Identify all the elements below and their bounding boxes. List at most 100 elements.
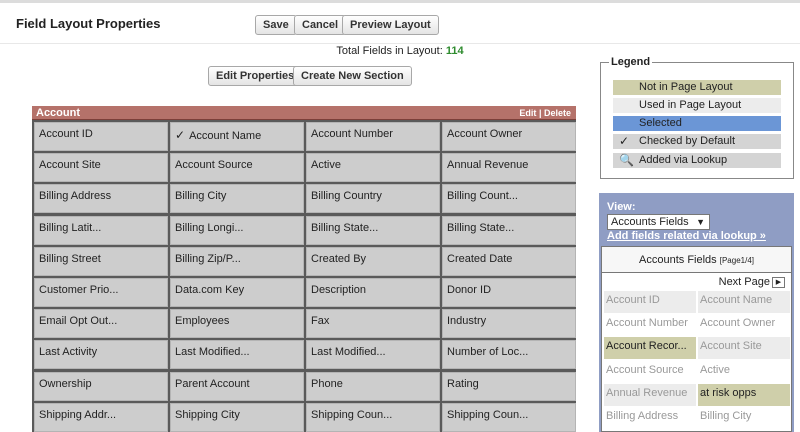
- field-billing-state[interactable]: Billing State...: [306, 215, 440, 245]
- field-billing-city[interactable]: Billing City: [170, 184, 304, 214]
- top-bar: Field Layout Properties Save Cancel Prev…: [0, 0, 800, 44]
- legend-item-added-via-lookup: 🔍 Added via Lookup: [613, 153, 781, 168]
- checkmark-icon: ✓: [619, 134, 630, 148]
- field-created-date[interactable]: Created Date: [442, 246, 576, 276]
- field-label: Account Owner: [447, 128, 523, 140]
- palette-field-account-id[interactable]: Account ID: [604, 291, 696, 313]
- field-label: Billing Latit...: [39, 221, 102, 234]
- field-billing-zip-p[interactable]: Billing Zip/P...: [170, 246, 304, 276]
- field-billing-longi[interactable]: Billing Longi...: [170, 215, 304, 245]
- palette-field-account-name[interactable]: Account Name: [698, 291, 790, 313]
- legend-label: Checked by Default: [639, 135, 735, 147]
- field-rating[interactable]: Rating: [442, 371, 576, 401]
- field-billing-state[interactable]: Billing State...: [442, 215, 576, 245]
- view-select-value: Accounts Fields: [611, 216, 689, 228]
- next-page-control[interactable]: Next Page ▶: [719, 276, 785, 288]
- field-account-number[interactable]: Account Number: [306, 122, 440, 151]
- preview-layout-button[interactable]: Preview Layout: [342, 15, 439, 35]
- section-header[interactable]: Account Edit | Delete: [32, 106, 576, 120]
- field-label: Billing State...: [311, 221, 379, 234]
- field-account-owner[interactable]: Account Owner: [442, 122, 576, 151]
- field-label: Customer Prio...: [39, 284, 119, 296]
- field-ownership[interactable]: Ownership: [34, 371, 168, 401]
- field-label: Shipping Coun...: [447, 408, 529, 421]
- field-billing-latit[interactable]: Billing Latit...: [34, 215, 168, 245]
- palette-field-label: Account Recor...: [606, 340, 687, 353]
- legend-title: Legend: [609, 56, 653, 68]
- field-data-com-key[interactable]: Data.com Key: [170, 278, 304, 307]
- field-billing-address[interactable]: Billing Address: [34, 184, 168, 214]
- field-customer-prio[interactable]: Customer Prio...: [34, 278, 168, 307]
- field-shipping-coun[interactable]: Shipping Coun...: [442, 402, 576, 432]
- field-number-of-loc[interactable]: Number of Loc...: [442, 340, 576, 370]
- palette-field-account-owner[interactable]: Account Owner: [698, 314, 790, 337]
- field-last-modified[interactable]: Last Modified...: [306, 340, 440, 370]
- section-edit-link[interactable]: Edit: [519, 108, 536, 118]
- section-links-separator: |: [538, 108, 542, 118]
- legend-item-selected: Selected: [613, 116, 781, 131]
- field-email-opt-out[interactable]: Email Opt Out...: [34, 309, 168, 339]
- field-created-by[interactable]: Created By: [306, 246, 440, 276]
- field-label: Created By: [311, 252, 367, 265]
- field-shipping-city[interactable]: Shipping City: [170, 402, 304, 432]
- create-new-section-button[interactable]: Create New Section: [293, 66, 412, 86]
- palette-field-list: Accounts Fields [Page1/4] Next Page ▶ Acc…: [601, 246, 792, 432]
- field-industry[interactable]: Industry: [442, 309, 576, 339]
- field-label: Fax: [311, 315, 330, 328]
- field-phone[interactable]: Phone: [306, 371, 440, 401]
- field-description[interactable]: Description: [306, 278, 440, 307]
- field-label: Industry: [447, 315, 487, 328]
- field-account-source[interactable]: Account Source: [170, 153, 304, 183]
- field-billing-count[interactable]: Billing Count...: [442, 184, 576, 214]
- field-account-name[interactable]: ✓ Account Name: [170, 122, 304, 151]
- palette-page-indicator: [Page1/4]: [719, 256, 754, 265]
- add-lookup-fields-link[interactable]: Add fields related via lookup »: [607, 230, 766, 242]
- palette-heading: Accounts Fields [Page1/4]: [602, 247, 791, 273]
- field-label: Rating: [447, 377, 479, 390]
- palette-field-account-recor[interactable]: Account Recor...: [604, 337, 696, 360]
- page-title: Field Layout Properties: [16, 16, 161, 31]
- field-label: Annual Revenue: [447, 159, 529, 172]
- edit-properties-button[interactable]: Edit Properties: [208, 66, 303, 86]
- palette-field-account-number[interactable]: Account Number: [604, 314, 696, 337]
- palette-field-at-risk-opps[interactable]: at risk opps: [698, 383, 790, 406]
- field-annual-revenue[interactable]: Annual Revenue: [442, 153, 576, 183]
- field-account-site[interactable]: Account Site: [34, 153, 168, 183]
- palette-field-annual-revenue[interactable]: Annual Revenue: [604, 383, 696, 406]
- palette-field-account-site[interactable]: Account Site: [698, 337, 790, 360]
- top-border: [0, 0, 800, 3]
- field-label: Account Name: [189, 130, 262, 142]
- section-links: Edit | Delete: [519, 108, 571, 118]
- field-parent-account[interactable]: Parent Account: [170, 371, 304, 401]
- field-label: Last Activity: [39, 346, 98, 359]
- field-label: Billing Zip/P...: [175, 252, 241, 265]
- legend-label: Added via Lookup: [639, 154, 728, 166]
- field-last-activity[interactable]: Last Activity: [34, 340, 168, 370]
- field-donor-id[interactable]: Donor ID: [442, 278, 576, 307]
- total-fields: Total Fields in Layout: 114: [300, 45, 500, 57]
- field-billing-country[interactable]: Billing Country: [306, 184, 440, 214]
- field-label: Billing Street: [39, 252, 101, 265]
- next-arrow-icon[interactable]: ▶: [772, 276, 785, 288]
- field-last-modified[interactable]: Last Modified...: [170, 340, 304, 370]
- field-shipping-addr[interactable]: Shipping Addr...: [34, 402, 168, 432]
- palette-field-active[interactable]: Active: [698, 360, 790, 383]
- field-fax[interactable]: Fax: [306, 309, 440, 339]
- palette-field-billing-city[interactable]: Billing City: [698, 407, 790, 429]
- field-label: Active: [311, 159, 341, 172]
- cancel-button[interactable]: Cancel: [294, 15, 347, 35]
- field-label: Ownership: [39, 377, 92, 390]
- palette-field-label: Account Owner: [700, 317, 776, 330]
- save-button[interactable]: Save: [255, 15, 297, 35]
- palette-field-label: Active: [700, 363, 730, 376]
- field-active[interactable]: Active: [306, 153, 440, 183]
- field-shipping-coun[interactable]: Shipping Coun...: [306, 402, 440, 432]
- field-account-id[interactable]: Account ID: [34, 122, 168, 151]
- field-billing-street[interactable]: Billing Street: [34, 246, 168, 276]
- field-label: Phone: [311, 377, 343, 390]
- field-employees[interactable]: Employees: [170, 309, 304, 339]
- palette-field-billing-address[interactable]: Billing Address: [604, 407, 696, 429]
- view-select[interactable]: Accounts Fields ▼: [607, 214, 710, 230]
- section-delete-link[interactable]: Delete: [544, 108, 571, 118]
- palette-field-account-source[interactable]: Account Source: [604, 360, 696, 383]
